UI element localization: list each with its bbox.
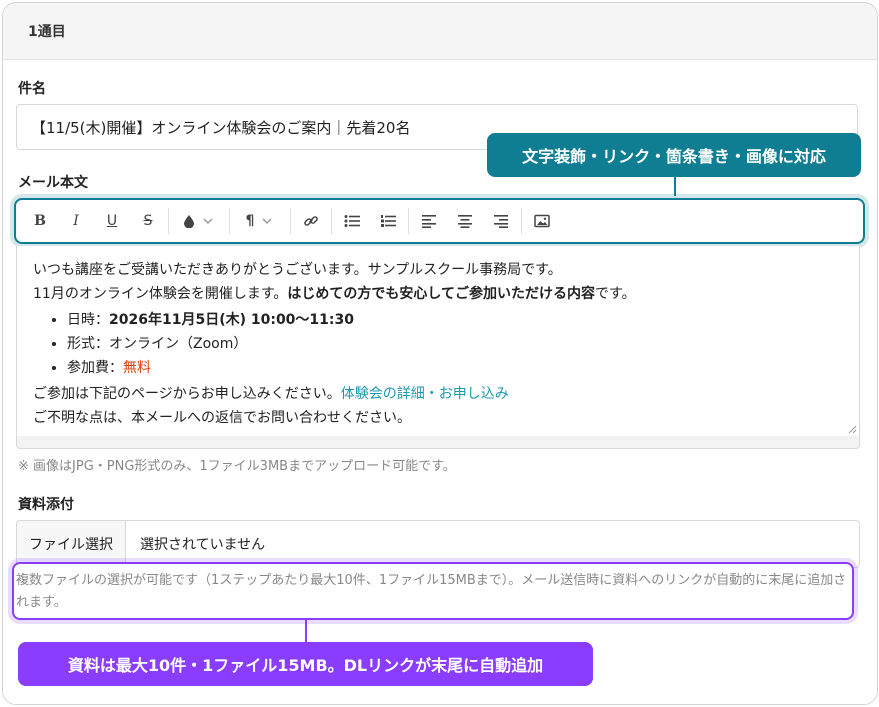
file-status: 選択されていません (140, 537, 266, 553)
chevron-down-icon (262, 218, 272, 225)
toolbar-divider (521, 208, 522, 234)
bullet-list-icon (344, 215, 360, 227)
attachment-note: 複数ファイルの選択が可能です（1ステップあたり最大10件、1ファイル15MBまで… (12, 562, 854, 620)
free-text: 無料 (123, 360, 151, 376)
callout-connector (674, 176, 676, 196)
subject-label: 件名 (18, 81, 46, 97)
attachment-label: 資料添付 (18, 497, 74, 513)
choose-file-button[interactable]: ファイル選択 (17, 521, 126, 567)
toolbar-divider (290, 208, 291, 234)
align-left-icon (422, 215, 436, 228)
callout-connector (305, 620, 307, 643)
section-title: 1通目 (3, 3, 877, 60)
droplet-icon (184, 215, 194, 228)
align-center-button[interactable] (447, 206, 483, 236)
editor-toolbar: B I U S ¶ (14, 198, 865, 244)
align-left-button[interactable] (411, 206, 447, 236)
toolbar-callout: 文字装飾・リンク・箇条書き・画像に対応 (487, 133, 861, 177)
file-input[interactable]: ファイル選択 選択されていません (16, 520, 860, 568)
editor-footer (17, 436, 859, 448)
body-label: メール本文 (18, 175, 88, 191)
numbered-list-button[interactable] (370, 206, 406, 236)
bullet-list-button[interactable] (334, 206, 370, 236)
body-line: ご参加は下記のページからお申し込みください。体験会の詳細・お申し込み (33, 386, 509, 402)
image-button[interactable] (524, 206, 560, 236)
attachment-callout: 資料は最大10件・1ファイル15MB。DLリンクが末尾に自動追加 (18, 642, 593, 686)
list-item: 参加費：無料 (67, 356, 859, 380)
align-right-icon (494, 215, 508, 228)
strikethrough-button[interactable]: S (130, 206, 166, 236)
list-item: 形式：オンライン（Zoom） (67, 332, 859, 356)
numbered-list-icon (381, 215, 396, 227)
paragraph-dropdown[interactable]: ¶ (232, 206, 288, 236)
chevron-down-icon (203, 218, 213, 225)
resize-handle-icon[interactable] (847, 424, 857, 434)
image-note: ※ 画像はJPG・PNG形式のみ、1ファイル3MBまでアップロード可能です。 (18, 459, 456, 474)
bold-text: はじめての方でも安心してご参加いただける内容 (287, 286, 596, 302)
toolbar-divider (229, 208, 230, 234)
body-line: いつも講座をご受講いただきありがとうございます。サンプルスクール事務局です。 (33, 262, 562, 278)
email-body-editor[interactable]: いつも講座をご受講いただきありがとうございます。サンプルスクール事務局です。 1… (16, 246, 860, 449)
text-color-dropdown[interactable] (171, 206, 227, 236)
align-right-button[interactable] (483, 206, 519, 236)
link-button[interactable] (293, 206, 329, 236)
underline-button[interactable]: U (94, 206, 130, 236)
align-center-icon (458, 215, 472, 228)
toolbar-divider (168, 208, 169, 234)
toolbar-divider (408, 208, 409, 234)
signup-link[interactable]: 体験会の詳細・お申し込み (341, 386, 509, 402)
body-line: ご不明な点は、本メールへの返信でお問い合わせください。 (33, 410, 411, 426)
toolbar-divider (331, 208, 332, 234)
italic-button[interactable]: I (58, 206, 94, 236)
bold-button[interactable]: B (22, 206, 58, 236)
list-item: 日時：2026年11月5日(木) 10:00〜11:30 (67, 308, 859, 332)
bullet-list: 日時：2026年11月5日(木) 10:00〜11:30 形式：オンライン（Zo… (33, 308, 859, 380)
image-icon (534, 214, 550, 228)
body-line: 11月のオンライン体験会を開催します。はじめての方でも安心してご参加いただける内… (33, 286, 636, 302)
link-icon (304, 216, 318, 226)
